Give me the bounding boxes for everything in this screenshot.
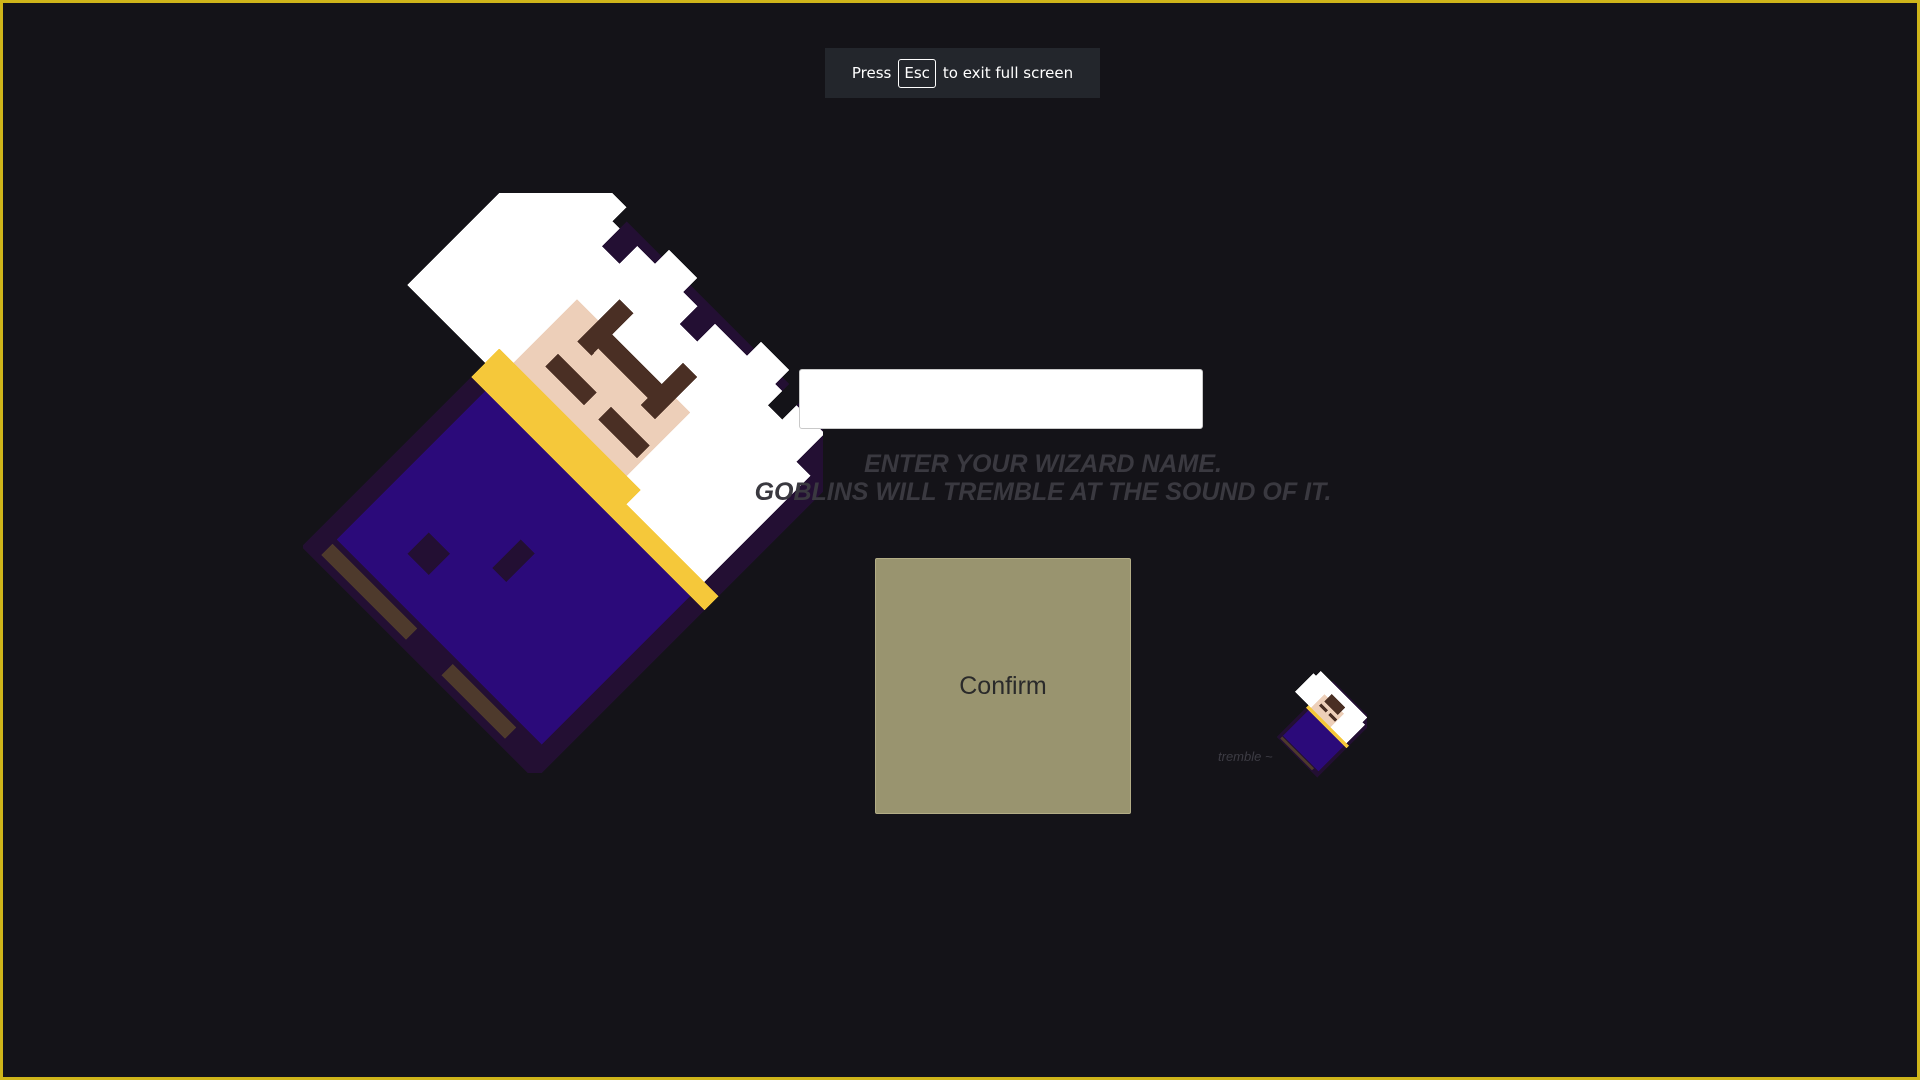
confirm-button[interactable]: Confirm — [875, 558, 1131, 814]
wizard-name-input[interactable] — [799, 369, 1203, 429]
name-prompt-line-1: ENTER YOUR WIZARD NAME. — [864, 450, 1222, 478]
fullscreen-notice: Press Esc to exit full screen — [825, 48, 1100, 98]
game-canvas: Press Esc to exit full screen ENTER YOUR… — [0, 0, 1920, 1080]
trembling-wizard-preview: tremble ~ — [1218, 671, 1367, 781]
name-prompt: ENTER YOUR WIZARD NAME. GOBLINS WILL TRE… — [683, 450, 1403, 506]
confirm-button-label: Confirm — [959, 671, 1047, 700]
name-prompt-line-2: GOBLINS WILL TREMBLE AT THE SOUND OF IT. — [754, 478, 1332, 506]
fullscreen-notice-suffix: to exit full screen — [942, 64, 1074, 82]
tremble-label: tremble ~ — [1218, 748, 1273, 764]
esc-key-badge: Esc — [898, 58, 936, 88]
mini-wizard-sprite — [1276, 671, 1367, 781]
fullscreen-notice-prefix: Press — [851, 64, 892, 82]
